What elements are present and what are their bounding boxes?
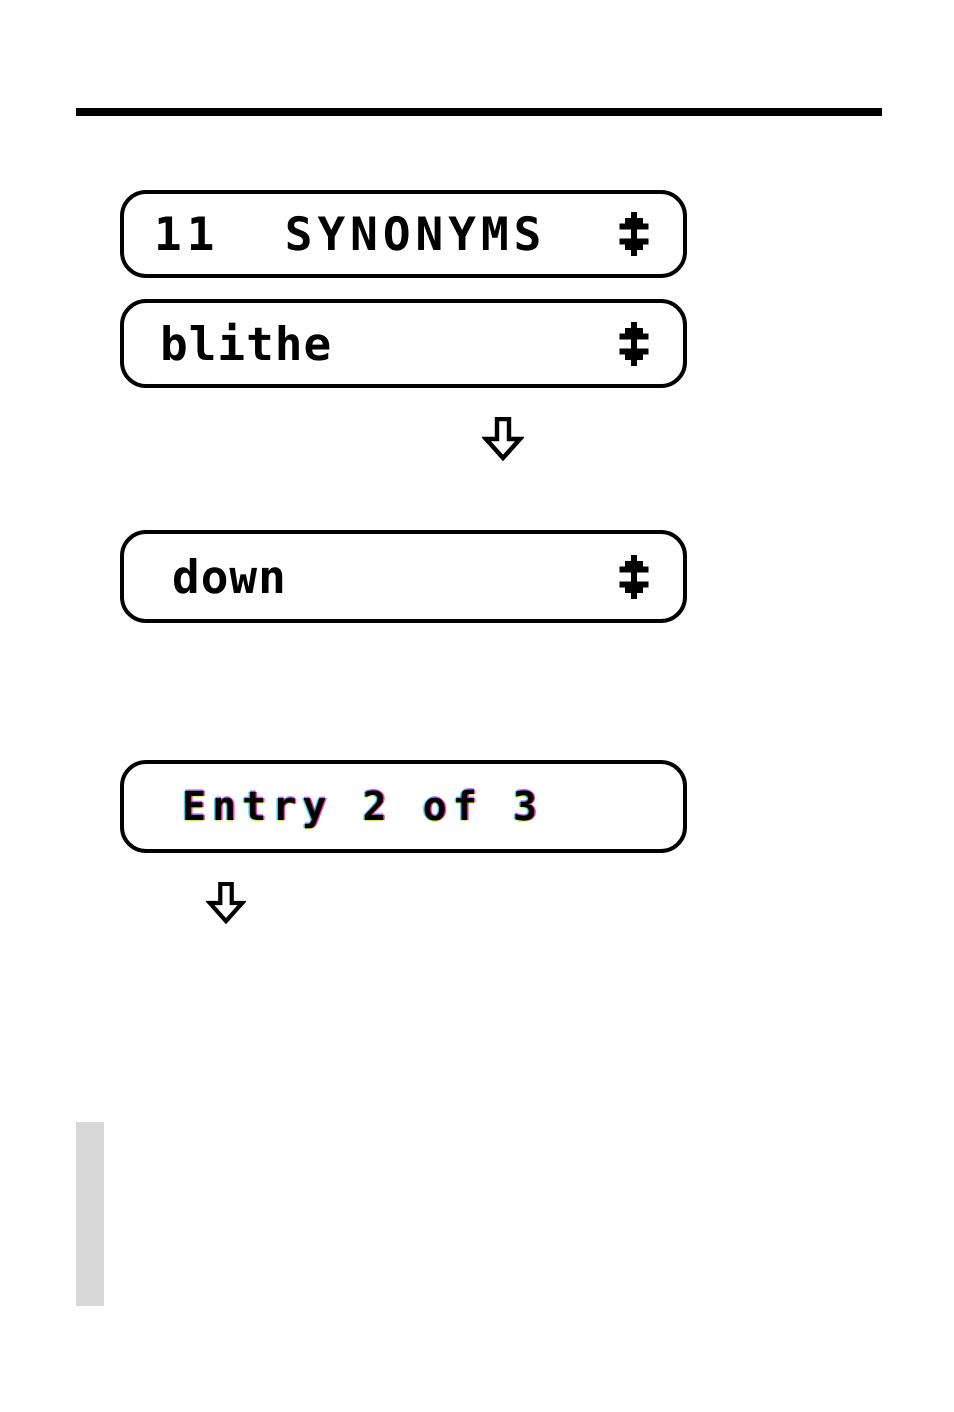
down-arrow-icon (206, 882, 246, 924)
lcd-screen-entry-counter: Entry 2 of 3 (120, 760, 687, 853)
lcd-text-synonym-result: down (172, 549, 287, 604)
lcd-text-synonyms-count: 11 SYNONYMS (154, 207, 547, 261)
up-down-arrow-icon (619, 554, 649, 599)
lcd-text-headword: blithe (160, 316, 333, 371)
up-down-arrow-icon (619, 321, 649, 366)
page-edge-tab (76, 1122, 104, 1306)
up-down-arrow-icon (619, 212, 649, 256)
lcd-screen-synonym-result: down (120, 530, 687, 623)
lcd-text-entry-counter: Entry 2 of 3 (182, 783, 543, 830)
lcd-screen-synonyms-count: 11 SYNONYMS (120, 190, 687, 278)
down-arrow-icon (482, 417, 524, 461)
lcd-screen-headword: blithe (120, 299, 687, 388)
page-top-rule (76, 108, 882, 116)
